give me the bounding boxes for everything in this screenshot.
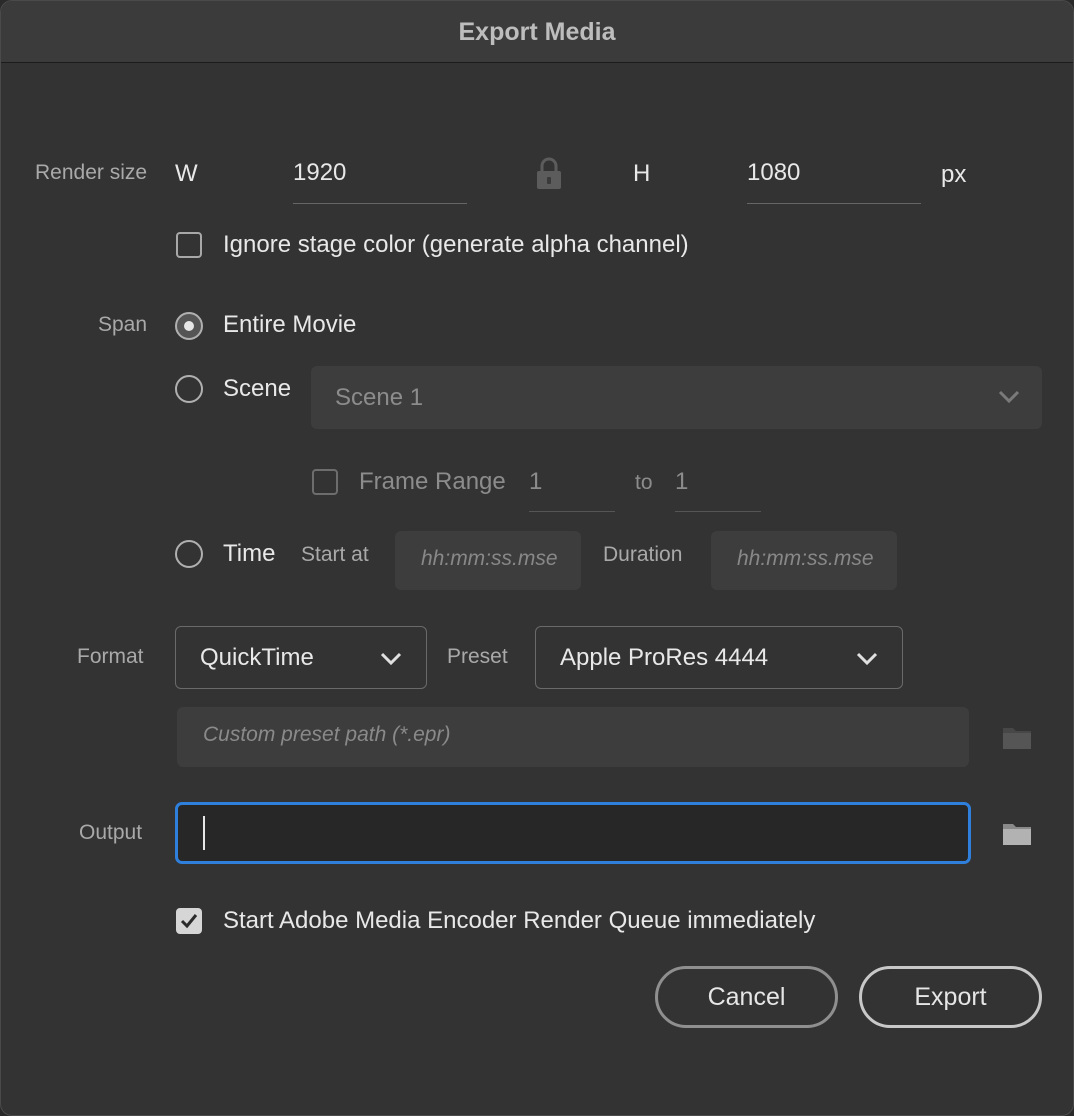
time-radio[interactable] [175, 540, 203, 568]
frame-range-to-label: to [635, 471, 653, 494]
height-value: 1080 [747, 159, 801, 186]
frame-range-label: Frame Range [359, 468, 506, 495]
chevron-down-icon [380, 652, 402, 666]
scene-label: Scene [223, 375, 292, 402]
lock-icon[interactable] [535, 156, 563, 190]
frame-range-checkbox[interactable] [312, 469, 338, 495]
time-label: Time [223, 540, 276, 567]
frame-range-to-value: 1 [675, 468, 689, 495]
scene-radio[interactable] [175, 375, 203, 403]
output-path-input[interactable] [175, 802, 971, 864]
checkmark-icon [180, 914, 198, 929]
frame-range-from-input[interactable]: 1 [529, 459, 615, 512]
format-dropdown-value: QuickTime [200, 644, 314, 671]
dialog-title: Export Media [458, 18, 616, 46]
start-queue-checkbox[interactable] [176, 908, 202, 934]
cancel-button[interactable]: Cancel [655, 966, 838, 1028]
start-queue-label: Start Adobe Media Encoder Render Queue i… [223, 907, 816, 934]
width-input[interactable]: 1920 [293, 151, 467, 204]
format-dropdown[interactable]: QuickTime [175, 626, 427, 689]
scene-dropdown-value: Scene 1 [335, 384, 424, 411]
preset-dropdown-value: Apple ProRes 4444 [560, 644, 769, 671]
custom-preset-placeholder: Custom preset path (*.epr) [203, 723, 451, 746]
alpha-checkbox[interactable] [176, 232, 202, 258]
entire-movie-radio[interactable] [175, 312, 203, 340]
export-media-dialog: Export Media Render size W 1920 H 1080 p… [0, 0, 1074, 1116]
duration-placeholder: hh:mm:ss.mse [737, 547, 874, 570]
folder-icon[interactable] [1002, 820, 1032, 846]
frame-range-to-input[interactable]: 1 [675, 459, 761, 512]
render-size-label: Render size [35, 161, 148, 184]
chevron-down-icon [856, 652, 878, 666]
height-label: H [633, 160, 651, 187]
alpha-checkbox-label: Ignore stage color (generate alpha chann… [223, 231, 689, 258]
start-at-label: Start at [301, 543, 369, 566]
custom-preset-input[interactable]: Custom preset path (*.epr) [177, 707, 969, 767]
preset-dropdown[interactable]: Apple ProRes 4444 [535, 626, 903, 689]
start-at-placeholder: hh:mm:ss.mse [421, 547, 558, 570]
chevron-down-icon [998, 390, 1020, 404]
title-bar[interactable]: Export Media [1, 1, 1073, 63]
span-label: Span [98, 313, 148, 336]
width-value: 1920 [293, 159, 347, 186]
preset-label: Preset [447, 645, 508, 668]
height-input[interactable]: 1080 [747, 151, 921, 204]
text-caret [203, 816, 205, 850]
format-label: Format [77, 645, 144, 668]
duration-input[interactable]: hh:mm:ss.mse [711, 531, 897, 590]
output-label: Output [79, 821, 143, 844]
width-label: W [175, 160, 198, 187]
entire-movie-label: Entire Movie [223, 311, 357, 338]
frame-range-from-value: 1 [529, 468, 543, 495]
folder-icon[interactable] [1002, 724, 1032, 750]
start-at-input[interactable]: hh:mm:ss.mse [395, 531, 581, 590]
scene-dropdown[interactable]: Scene 1 [311, 366, 1042, 429]
duration-label: Duration [603, 543, 683, 566]
unit-label: px [941, 161, 967, 188]
export-button[interactable]: Export [859, 966, 1042, 1028]
